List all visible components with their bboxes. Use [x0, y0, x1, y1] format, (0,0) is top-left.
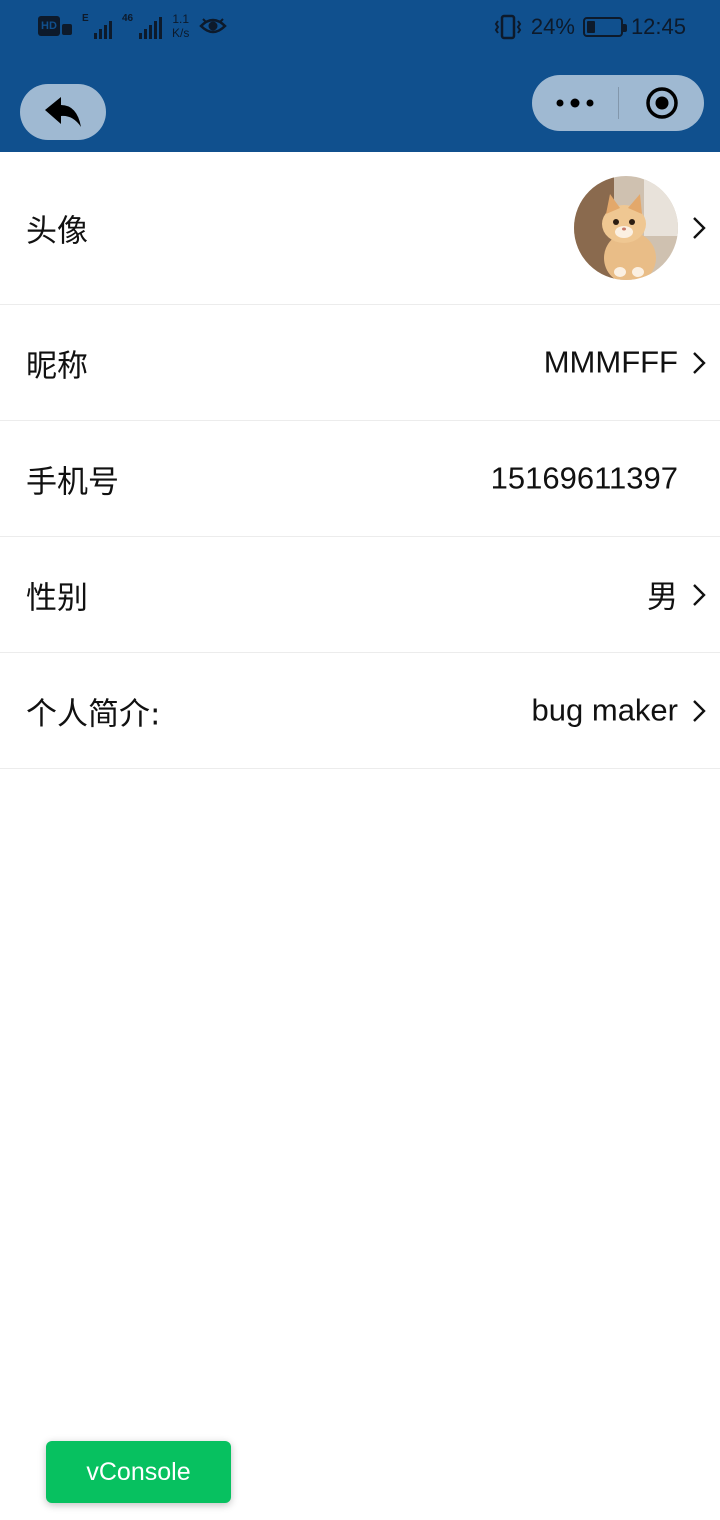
eye-icon [199, 18, 228, 34]
profile-list: 头像 昵称 MMMFFF 手机号 15169611397 性别 男 个人简介: … [0, 152, 720, 769]
vibrate-icon [494, 14, 522, 40]
chevron-right-icon [693, 217, 706, 239]
avatar-row[interactable]: 头像 [0, 152, 720, 305]
cat-avatar-image [574, 176, 678, 280]
hd-icon: HD [38, 16, 72, 36]
phone-row: 手机号 15169611397 [0, 421, 720, 537]
nickname-row[interactable]: 昵称 MMMFFF [0, 305, 720, 421]
close-miniprogram-button[interactable] [619, 75, 704, 131]
bio-row[interactable]: 个人简介: bug maker [0, 653, 720, 769]
avatar [574, 176, 678, 280]
avatar-label: 头像 [26, 213, 88, 250]
battery-percent: 24% [530, 14, 575, 39]
hd-label: HD [38, 16, 60, 36]
capsule-menu [532, 75, 704, 131]
net-speed-unit: K/s [172, 26, 190, 40]
battery-icon [582, 17, 627, 37]
chevron-right-icon [693, 351, 706, 374]
gender-label: 性别 [26, 580, 88, 616]
vconsole-button[interactable]: vConsole [46, 1441, 231, 1503]
status-left: HD E 46 1.1 K/s [38, 12, 228, 40]
chevron-right-icon [693, 699, 706, 722]
sim1-network-type: E [82, 13, 89, 24]
net-speed-value: 1.1 [172, 12, 190, 26]
clock: 12:45 [630, 14, 686, 39]
target-circle-icon [645, 87, 678, 119]
chevron-right-icon [693, 583, 706, 606]
bio-value: bug maker [531, 691, 678, 727]
nickname-label: 昵称 [26, 348, 88, 384]
net-speed: 1.1 K/s [172, 12, 189, 40]
status-right: 24% 12:45 [493, 14, 686, 40]
bio-label: 个人简介: [26, 696, 161, 732]
nickname-value: MMMFFF [543, 343, 678, 379]
back-button[interactable] [20, 84, 106, 140]
signal-icon-sim2: 46 [122, 13, 162, 39]
more-dots-icon [556, 98, 594, 108]
gender-row[interactable]: 性别 男 [0, 537, 720, 653]
header-bar: HD E 46 1.1 K/s 24% 12:45 [0, 0, 720, 152]
status-bar: HD E 46 1.1 K/s 24% 12:45 [0, 0, 720, 62]
gender-value: 男 [647, 579, 678, 616]
more-button[interactable] [532, 75, 618, 131]
sim2-network-type: 46 [122, 13, 134, 24]
phone-label: 手机号 [26, 464, 119, 500]
phone-value: 15169611397 [490, 459, 678, 495]
back-arrow-icon [45, 97, 81, 127]
signal-icon: E [82, 13, 112, 39]
